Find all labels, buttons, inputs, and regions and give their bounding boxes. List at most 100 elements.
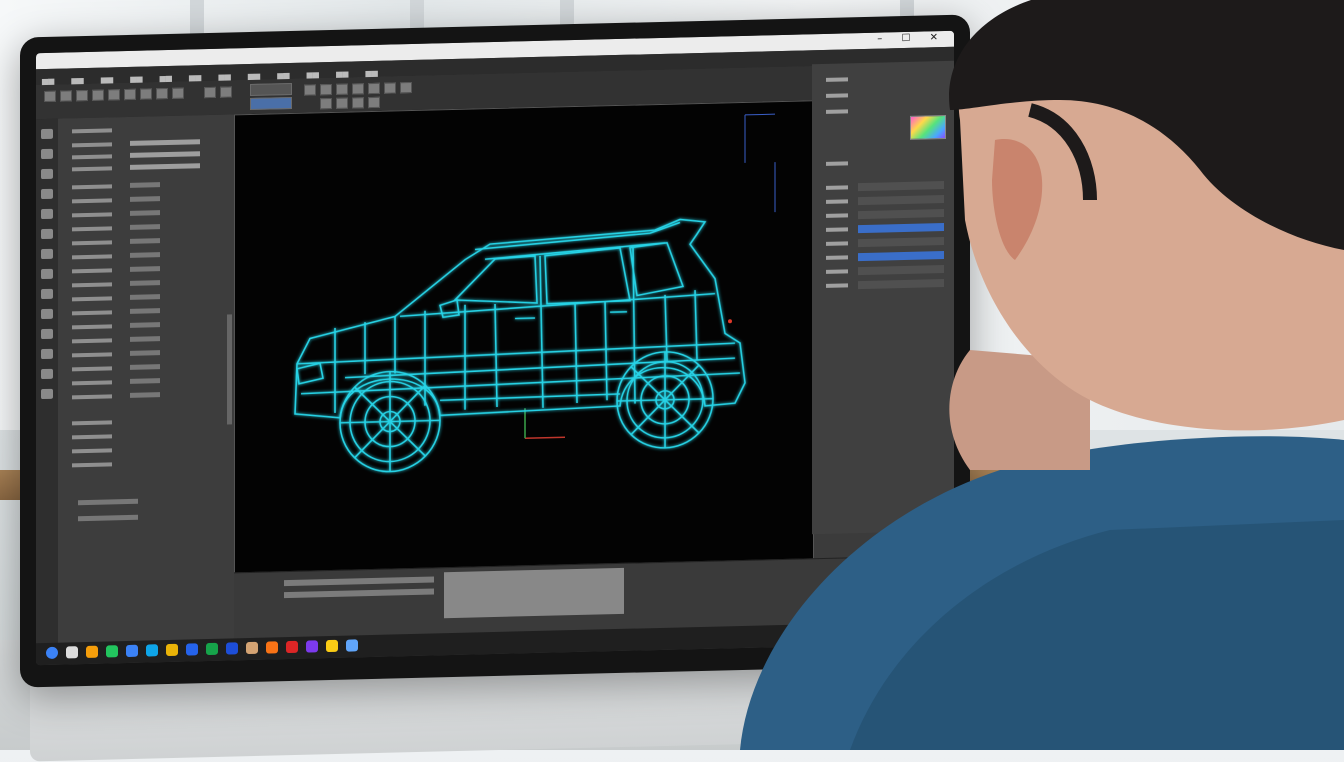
- property-label: [72, 226, 112, 231]
- property-label: [72, 254, 112, 259]
- app-icon[interactable]: [326, 640, 338, 652]
- property-label: [72, 394, 112, 399]
- tool-icon[interactable]: [41, 249, 53, 259]
- property-field[interactable]: [130, 252, 160, 258]
- property-label: [72, 154, 112, 159]
- toolbar-button[interactable]: [400, 82, 412, 93]
- property-label: [72, 338, 112, 343]
- timeline-track[interactable]: [284, 576, 434, 586]
- toolbar-button[interactable]: [60, 90, 72, 101]
- property-field[interactable]: [130, 350, 160, 356]
- property-field[interactable]: [130, 266, 160, 272]
- tool-icon[interactable]: [41, 329, 53, 339]
- property-field[interactable]: [130, 151, 200, 158]
- toolbar-button[interactable]: [304, 84, 316, 95]
- property-label: [72, 166, 112, 171]
- app-icon[interactable]: [106, 645, 118, 657]
- toolbar-button[interactable]: [76, 90, 88, 101]
- toolbar-button[interactable]: [336, 84, 348, 95]
- property-field[interactable]: [130, 224, 160, 230]
- person-foreground: [730, 0, 1344, 750]
- property-field[interactable]: [130, 163, 200, 170]
- toolbar-button[interactable]: [384, 82, 396, 93]
- app-icon[interactable]: [346, 639, 358, 651]
- tool-icon[interactable]: [41, 209, 53, 219]
- app-icon[interactable]: [146, 644, 158, 656]
- property-field[interactable]: [130, 294, 160, 300]
- toolbar-dropdown[interactable]: [250, 97, 292, 110]
- start-icon[interactable]: [46, 647, 58, 659]
- folder-icon[interactable]: [86, 646, 98, 658]
- tool-icon[interactable]: [41, 229, 53, 239]
- property-field[interactable]: [130, 210, 160, 216]
- property-field[interactable]: [130, 322, 160, 328]
- tool-icon[interactable]: [41, 189, 53, 199]
- app-icon[interactable]: [246, 642, 258, 654]
- property-field[interactable]: [130, 139, 200, 146]
- 3d-viewport[interactable]: [234, 100, 814, 574]
- browser-icon[interactable]: [266, 641, 278, 653]
- toolbar-button[interactable]: [352, 83, 364, 94]
- app-icon[interactable]: [286, 641, 298, 653]
- toolbar-dropdown[interactable]: [250, 83, 292, 96]
- toolbar-button[interactable]: [156, 88, 168, 99]
- property-label: [72, 420, 112, 425]
- property-field[interactable]: [78, 515, 138, 521]
- toolbar-button[interactable]: [320, 98, 332, 109]
- property-field[interactable]: [130, 392, 160, 398]
- toolbar-button[interactable]: [44, 91, 56, 102]
- property-field[interactable]: [78, 499, 138, 505]
- toolbar-button[interactable]: [124, 89, 136, 100]
- app-icon[interactable]: [126, 645, 138, 657]
- property-label: [72, 268, 112, 273]
- property-field[interactable]: [130, 182, 160, 188]
- toolbar-button[interactable]: [140, 88, 152, 99]
- property-field[interactable]: [130, 308, 160, 314]
- toolbar-button[interactable]: [336, 98, 348, 109]
- toolbar-button[interactable]: [320, 84, 332, 95]
- property-label: [72, 128, 112, 133]
- tool-icon[interactable]: [41, 169, 53, 179]
- tool-icon[interactable]: [41, 349, 53, 359]
- properties-panel: [58, 114, 235, 648]
- property-field[interactable]: [130, 196, 160, 202]
- toolbar-button[interactable]: [368, 97, 380, 108]
- toolbar-button[interactable]: [220, 86, 232, 97]
- timeline-preview: [444, 568, 624, 618]
- app-icon[interactable]: [66, 646, 78, 658]
- app-icon[interactable]: [226, 642, 238, 654]
- property-label: [72, 142, 112, 147]
- toolbar-button[interactable]: [204, 87, 216, 98]
- tool-icon[interactable]: [41, 389, 53, 399]
- tool-icon[interactable]: [41, 309, 53, 319]
- property-field[interactable]: [130, 280, 160, 286]
- toolbar-button[interactable]: [368, 83, 380, 94]
- property-field[interactable]: [130, 378, 160, 384]
- property-field[interactable]: [130, 238, 160, 244]
- app-icon[interactable]: [206, 643, 218, 655]
- toolbar-button[interactable]: [352, 97, 364, 108]
- property-label: [72, 366, 112, 371]
- property-label: [72, 448, 112, 453]
- app-icon[interactable]: [186, 643, 198, 655]
- tool-icon[interactable]: [41, 269, 53, 279]
- property-label: [72, 462, 112, 467]
- property-label: [72, 184, 112, 189]
- timeline-track[interactable]: [284, 588, 434, 598]
- toolbar-button[interactable]: [92, 90, 104, 101]
- property-field[interactable]: [130, 336, 160, 342]
- panel-scrollbar[interactable]: [227, 314, 232, 424]
- app-icon[interactable]: [306, 640, 318, 652]
- property-field[interactable]: [130, 364, 160, 370]
- app-icon[interactable]: [166, 644, 178, 656]
- property-label: [72, 212, 112, 217]
- property-label: [72, 434, 112, 439]
- toolbar-button[interactable]: [108, 89, 120, 100]
- tool-icon[interactable]: [41, 129, 53, 139]
- tool-icon[interactable]: [41, 149, 53, 159]
- tool-icon[interactable]: [41, 369, 53, 379]
- property-label: [72, 380, 112, 385]
- toolbar-button[interactable]: [172, 88, 184, 99]
- property-label: [72, 296, 112, 301]
- tool-icon[interactable]: [41, 289, 53, 299]
